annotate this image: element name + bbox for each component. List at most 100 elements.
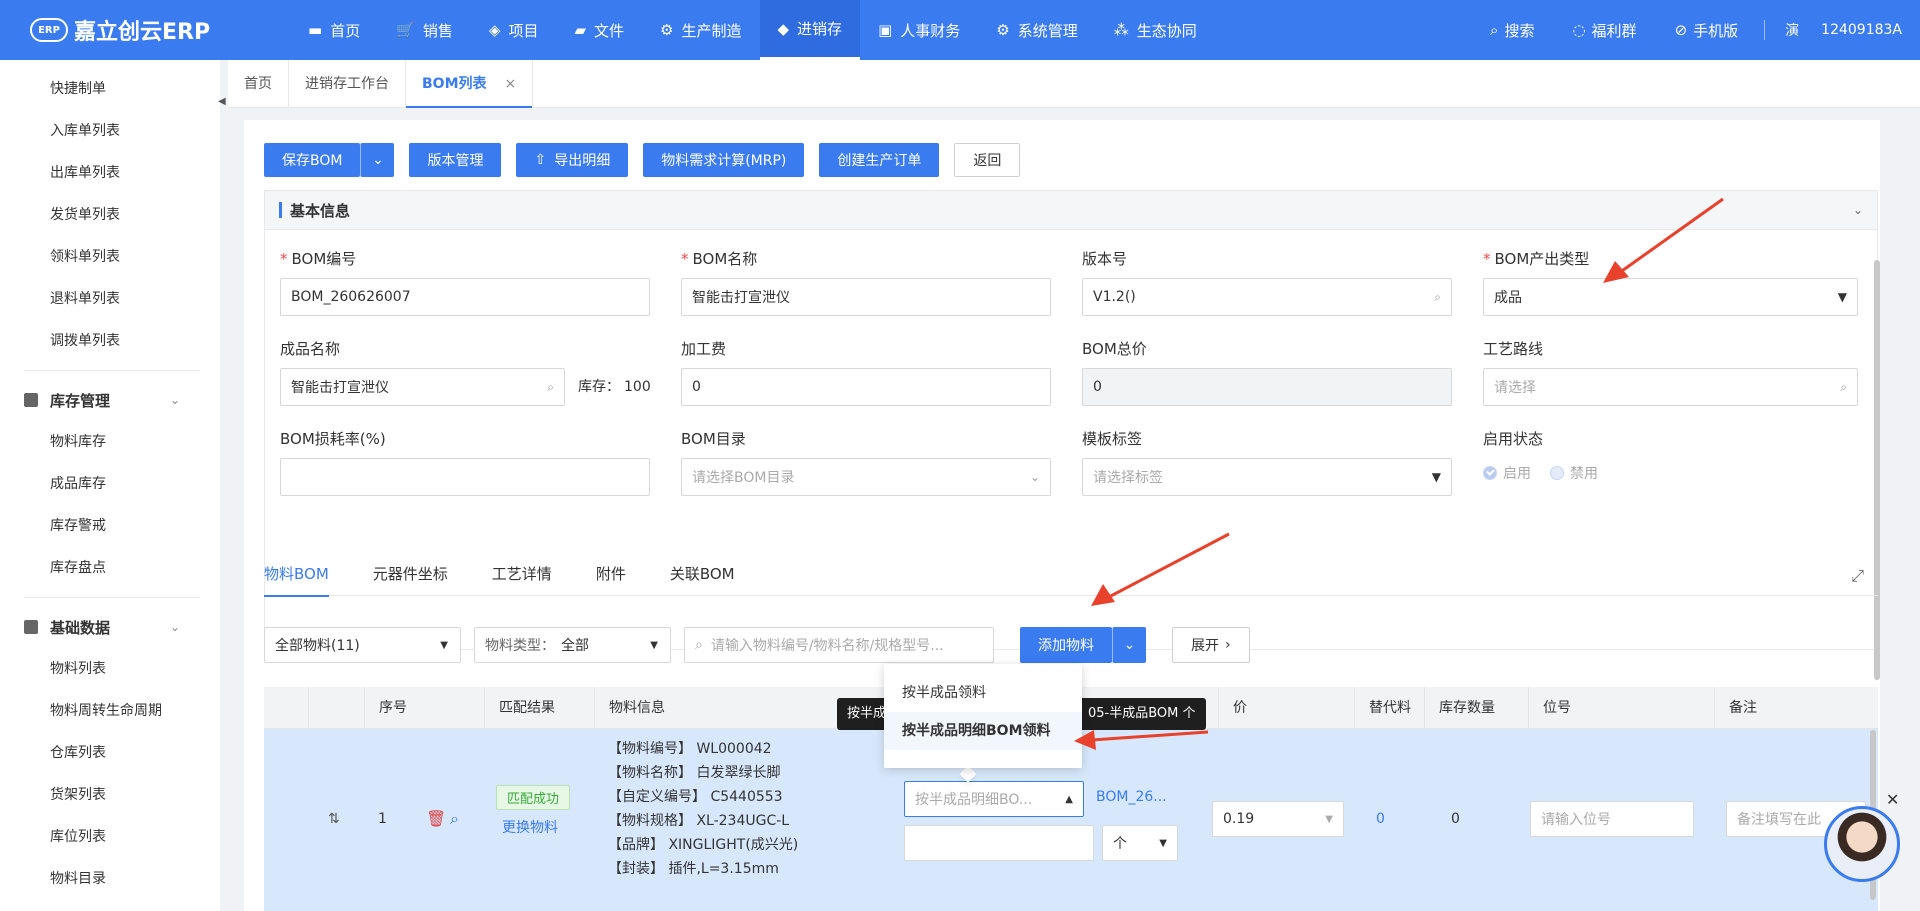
catalog-select[interactable]: 请选择BOM目录 ⌄: [681, 458, 1051, 496]
user-menu[interactable]: 演 12409183A: [1764, 20, 1902, 40]
caret-down-icon: ▼: [1325, 813, 1333, 825]
price-value: 0.19: [1223, 811, 1255, 827]
app-logo[interactable]: ERP 嘉立创云ERP: [0, 14, 290, 46]
template-select[interactable]: 请选择标签 ▼: [1082, 458, 1452, 496]
info-line: 【自定义编号】 C5440553: [608, 789, 783, 805]
position-input[interactable]: 请输入位号: [1530, 801, 1694, 837]
fullscreen-icon[interactable]: ⤢: [1851, 566, 1864, 586]
cart-icon: 🛒: [396, 21, 415, 39]
page-scrollbar[interactable]: [1874, 260, 1880, 680]
nav-manufacturing[interactable]: ⚙ 生产制造: [642, 0, 759, 60]
nav-files[interactable]: ▰ 文件: [556, 0, 642, 60]
bom-name-field[interactable]: 智能击打宣泄仪: [681, 278, 1051, 316]
expand-button[interactable]: 展开 ›: [1172, 627, 1250, 663]
tab-component-coords[interactable]: 元器件坐标: [373, 556, 448, 596]
tab-label: BOM列表: [422, 75, 487, 92]
view-detail-icon[interactable]: ⌕: [450, 809, 459, 829]
sidebar-item-material-stock[interactable]: 物料库存: [0, 421, 220, 463]
tab-process-detail[interactable]: 工艺详情: [492, 556, 552, 596]
menu-item-semi-product-bom-pick[interactable]: 按半成品明细BOM领料: [884, 712, 1082, 750]
sidebar-item-stock-alert[interactable]: 库存警戒: [0, 505, 220, 547]
material-type-select[interactable]: 物料类型： 全部 ▼: [474, 627, 671, 663]
welfare-group-button[interactable]: ◌ 福利群: [1572, 20, 1636, 41]
nav-inventory[interactable]: ◆ 进销存: [759, 0, 861, 60]
status-enabled-radio[interactable]: 启用: [1483, 463, 1531, 483]
basic-info-header[interactable]: 基本信息 ⌄: [264, 190, 1878, 230]
tab-attachments[interactable]: 附件: [596, 556, 626, 596]
trash-icon[interactable]: 🗑: [426, 809, 446, 828]
add-material-button[interactable]: 添加物料: [1020, 627, 1112, 663]
tab-material-bom[interactable]: 物料BOM: [264, 556, 329, 597]
menu-item-semi-product-pick[interactable]: 按半成品领料: [884, 674, 1082, 712]
nav-home[interactable]: ▬ 首页: [290, 0, 378, 60]
export-detail-button[interactable]: ⇧ 导出明细: [516, 143, 629, 177]
nav-sales[interactable]: 🛒 销售: [378, 0, 471, 60]
substitute-count[interactable]: 0: [1376, 811, 1385, 827]
all-materials-select[interactable]: 全部物料(11) ▼: [264, 627, 461, 663]
material-search-input[interactable]: ⌕ 请输入物料编号/物料名称/规格型号...: [684, 627, 994, 663]
close-icon[interactable]: ✕: [1886, 790, 1899, 809]
search-icon: ⌕: [695, 637, 703, 653]
sidebar-group-inventory[interactable]: 库存管理 ⌄: [0, 379, 220, 421]
route-label: 工艺路线: [1483, 340, 1544, 358]
nav-system[interactable]: ⚙ 系统管理: [978, 0, 1095, 60]
sidebar-item-location-list[interactable]: 库位列表: [0, 816, 220, 858]
product-name-field[interactable]: 智能击打宣泄仪 ⌕: [280, 368, 565, 406]
sidebar-item-return-list[interactable]: 退料单列表: [0, 278, 220, 320]
tab-home[interactable]: 首页: [228, 59, 289, 108]
drag-handle-icon[interactable]: ⇅: [328, 811, 340, 827]
nav-project[interactable]: ◈ 项目: [471, 0, 557, 60]
output-type-label: * BOM产出类型: [1483, 248, 1589, 269]
replace-material-link[interactable]: 更换物料: [502, 817, 558, 837]
version-management-button[interactable]: 版本管理: [409, 143, 502, 177]
sidebar-item-quick-order[interactable]: 快捷制单: [0, 68, 220, 110]
sidebar-group-basic-data[interactable]: 基础数据 ⌄: [0, 606, 220, 648]
unit-select[interactable]: 个 ▼: [1102, 825, 1178, 861]
close-icon[interactable]: ×: [505, 76, 517, 92]
status-disabled-radio[interactable]: 禁用: [1550, 463, 1598, 483]
processing-fee-field[interactable]: 0: [681, 368, 1051, 406]
bom-no-field[interactable]: BOM_260626007: [280, 278, 650, 316]
back-button[interactable]: 返回: [954, 143, 1021, 177]
chevron-down-icon: ⌄: [169, 620, 180, 634]
nav-hr-finance[interactable]: ▣ 人事财务: [860, 0, 978, 60]
chevron-down-icon[interactable]: ⌄: [1112, 627, 1146, 663]
sidebar-item-stocktake[interactable]: 库存盘点: [0, 547, 220, 589]
sidebar-item-shelf-list[interactable]: 货架列表: [0, 774, 220, 816]
route-select[interactable]: 请选择 ⌕: [1483, 368, 1858, 406]
sidebar-collapse-icon[interactable]: ◀: [218, 96, 228, 126]
chevron-down-icon[interactable]: ⌄: [1853, 203, 1863, 217]
bom-no-label: * BOM编号: [280, 248, 356, 269]
tab-related-bom[interactable]: 关联BOM: [670, 556, 735, 596]
save-bom-button[interactable]: 保存BOM: [264, 143, 361, 177]
output-type-select[interactable]: 成品 ▼: [1483, 278, 1858, 316]
sidebar-item-shipping-list[interactable]: 发货单列表: [0, 194, 220, 236]
sidebar-item-inbound-list[interactable]: 入库单列表: [0, 110, 220, 152]
pick-mode-select[interactable]: 按半成品明细BO... ▲: [904, 781, 1084, 817]
quantity-input[interactable]: [904, 825, 1094, 861]
create-production-order-button[interactable]: 创建生产订单: [819, 143, 940, 177]
mrp-button[interactable]: 物料需求计算(MRP): [643, 143, 805, 177]
sidebar-item-product-stock[interactable]: 成品库存: [0, 463, 220, 505]
version-field[interactable]: V1.2() ⌕: [1082, 278, 1452, 316]
price-select[interactable]: 0.19 ▼: [1212, 801, 1344, 837]
search-icon: ⌕: [547, 379, 554, 394]
total-price-field: 0: [1082, 368, 1452, 406]
mobile-version-button[interactable]: ⊘ 手机版: [1675, 20, 1739, 41]
bom-link[interactable]: BOM_26...: [1096, 789, 1167, 805]
sidebar-item-material-catalog[interactable]: 物料目录: [0, 858, 220, 900]
search-label: 搜索: [1504, 21, 1535, 40]
tab-inventory-workbench[interactable]: 进销存工作台: [289, 59, 406, 108]
chevron-down-icon[interactable]: ⌄: [360, 143, 395, 177]
nav-ecosystem[interactable]: ⁂ 生态协同: [1096, 0, 1215, 60]
sidebar-item-outbound-list[interactable]: 出库单列表: [0, 152, 220, 194]
sidebar-item-material-list[interactable]: 物料列表: [0, 648, 220, 690]
sidebar-item-transfer-list[interactable]: 调拨单列表: [0, 320, 220, 362]
loss-rate-field[interactable]: [280, 458, 650, 496]
sidebar-item-material-lifecycle[interactable]: 物料周转生命周期: [0, 690, 220, 732]
assistant-avatar[interactable]: [1824, 806, 1900, 882]
search-button[interactable]: ⌕ 搜索: [1490, 20, 1534, 41]
sidebar-item-warehouse-list[interactable]: 仓库列表: [0, 732, 220, 774]
tab-bom-list[interactable]: BOM列表 ×: [406, 59, 534, 108]
sidebar-item-picking-list[interactable]: 领料单列表: [0, 236, 220, 278]
